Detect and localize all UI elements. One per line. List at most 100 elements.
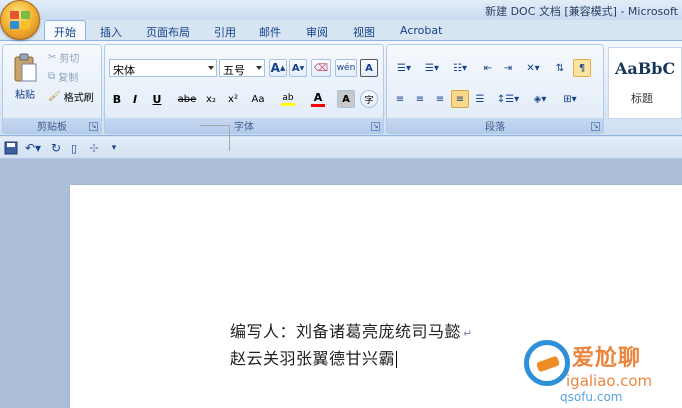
decrease-indent-button[interactable]: ⇤ <box>479 59 497 77</box>
style-sample-text: AaBbC <box>615 59 676 78</box>
shape-icon: ✣ <box>89 141 99 155</box>
paste-label: 粘贴 <box>15 90 35 101</box>
tab-view[interactable]: 视图 <box>353 22 375 40</box>
paragraph-group: ☰▾ ☰▾ ☷▾ ⇤ ⇥ ✕▾ ⇅ ¶ ≡ ≡ ≡ ≡ ☰ ↕☰▾ ◈▾ ⊞▾ … <box>386 44 604 134</box>
format-painter-button[interactable]: 🖌 格式刷 <box>47 88 95 104</box>
line-spacing-icon: ↕☰▾ <box>496 93 520 105</box>
indent-icon: ⇥ <box>503 62 513 74</box>
quick-access-toolbar: ↶▾ ↻ ▯ ✣ ▾ <box>0 137 682 159</box>
copy-button[interactable]: ⧉ 复制 <box>47 68 79 84</box>
multilevel-list-button[interactable]: ☷▾ <box>447 59 473 77</box>
sort-button[interactable]: ⇅ <box>551 59 569 77</box>
tab-insert[interactable]: 插入 <box>100 22 122 40</box>
align-center-button[interactable]: ≡ <box>411 90 429 108</box>
style-name-label: 标题 <box>631 92 653 105</box>
show-marks-button[interactable]: ¶ <box>573 59 591 77</box>
document-line-2[interactable]: 赵云关羽张翼德甘兴霸 <box>230 345 398 369</box>
chevron-down-icon: ▾ <box>111 143 117 153</box>
watermark-brand: 爱尬聊 <box>572 346 642 371</box>
font-size-select[interactable]: 五号 <box>219 59 265 77</box>
redo-button[interactable]: ↻ <box>48 140 64 156</box>
justify-button[interactable]: ≡ <box>451 90 469 108</box>
multilevel-list-icon: ☷▾ <box>453 62 467 74</box>
font-group: 宋体 五号 A ▲ A ▼ ⌫ wén A B I U abe x₂ x² Aa a… <box>104 44 384 134</box>
increase-indent-button[interactable]: ⇥ <box>499 59 517 77</box>
copy-icon: ⧉ <box>48 70 56 82</box>
justify-icon: ≡ <box>455 93 465 105</box>
strikethrough-button[interactable]: abe <box>175 90 199 108</box>
insert-shape-button[interactable]: ✣ <box>86 140 102 156</box>
save-icon[interactable] <box>4 141 18 155</box>
enclose-characters-button[interactable]: 字 <box>360 90 378 108</box>
text-cursor <box>396 351 398 368</box>
office-button[interactable] <box>0 0 40 40</box>
tab-references[interactable]: 引用 <box>214 22 236 40</box>
subscript-button[interactable]: x₂ <box>201 90 221 108</box>
highlight-color-swatch <box>281 102 295 106</box>
superscript-button[interactable]: x² <box>223 90 243 108</box>
character-shading-button[interactable]: A <box>337 90 355 108</box>
font-color-button[interactable]: A <box>305 90 331 108</box>
italic-button[interactable]: I <box>127 90 143 108</box>
phonetic-guide-button[interactable]: wén <box>335 59 357 77</box>
align-right-button[interactable]: ≡ <box>431 90 449 108</box>
numbering-button[interactable]: ☰▾ <box>419 59 445 77</box>
bullets-button[interactable]: ☰▾ <box>391 59 417 77</box>
shrink-font-button[interactable]: A ▼ <box>289 59 307 77</box>
tab-page-layout[interactable]: 页面布局 <box>146 22 190 40</box>
shading-button[interactable]: ◈▾ <box>527 90 553 108</box>
undo-icon: ↶▾ <box>24 141 42 155</box>
customize-toolbar-button[interactable]: ▾ <box>108 140 120 156</box>
underline-button[interactable]: U <box>145 90 169 108</box>
font-color-icon: A <box>313 91 323 104</box>
tab-home[interactable]: 开始 <box>44 20 86 41</box>
watermark-url-secondary: qsofu.com <box>560 390 623 404</box>
grow-font-button[interactable]: A ▲ <box>269 59 287 77</box>
sort-icon: ⇅ <box>555 62 565 74</box>
cut-button[interactable]: ✂ 剪切 <box>47 49 80 65</box>
align-center-icon: ≡ <box>415 93 425 105</box>
font-name-select[interactable]: 宋体 <box>109 59 217 77</box>
ribbon: 粘贴 ✂ 剪切 ⧉ 复制 🖌 格式刷 剪贴板 ↘ 宋体 五号 A ▲ A ▼ ⌫ w… <box>0 40 682 136</box>
style-heading-tile[interactable]: AaBbC 标题 <box>608 47 682 119</box>
pilcrow-icon: ¶ <box>578 62 586 74</box>
tab-mailings[interactable]: 邮件 <box>259 22 281 40</box>
chevron-down-icon <box>208 66 214 70</box>
document-line-1[interactable]: 编写人：刘备诸葛亮庞统司马懿 ↵ <box>230 318 473 342</box>
clipboard-dialog-launcher[interactable]: ↘ <box>89 122 98 131</box>
chinese-layout-button[interactable]: ✕▾ <box>521 59 545 77</box>
cut-label: 剪切 <box>59 53 80 65</box>
paragraph-mark-icon: ↵ <box>463 327 473 340</box>
font-dialog-launcher[interactable]: ↘ <box>371 122 380 131</box>
font-group-label: 字体 ↘ <box>105 118 383 133</box>
paragraph-dialog-launcher[interactable]: ↘ <box>591 122 600 131</box>
align-right-icon: ≡ <box>435 93 445 105</box>
distribute-button[interactable]: ☰ <box>471 90 489 108</box>
margin-corner-mark <box>200 125 230 126</box>
paragraph-group-label: 段落 ↘ <box>387 118 603 133</box>
chevron-down-icon <box>256 66 262 70</box>
align-left-button[interactable]: ≡ <box>391 90 409 108</box>
title-bar: 新建 DOC 文档 [兼容模式] - Microsoft <box>0 0 682 20</box>
text-highlight-button[interactable]: ab <box>275 90 301 108</box>
borders-button[interactable]: ⊞▾ <box>557 90 583 108</box>
site-watermark: 爱尬聊 igaliao.com qsofu.com <box>520 332 682 408</box>
paste-button[interactable]: 粘贴 <box>6 47 44 107</box>
undo-button[interactable]: ↶▾ <box>22 140 44 156</box>
font-color-swatch <box>311 104 325 107</box>
change-case-button[interactable]: Aa <box>245 90 271 108</box>
new-document-icon: ▯ <box>70 141 78 155</box>
clear-formatting-button[interactable]: ⌫ <box>311 59 331 77</box>
bold-button[interactable]: B <box>109 90 125 108</box>
ribbon-tabs: 开始 插入 页面布局 引用 邮件 审阅 视图 Acrobat <box>40 20 682 41</box>
line-spacing-button[interactable]: ↕☰▾ <box>495 90 521 108</box>
new-document-button[interactable]: ▯ <box>66 140 82 156</box>
clipboard-group-label: 剪贴板 ↘ <box>3 118 101 133</box>
copy-label: 复制 <box>58 72 79 84</box>
character-border-button[interactable]: A <box>360 59 378 77</box>
margin-corner-mark <box>229 126 230 151</box>
tab-review[interactable]: 审阅 <box>306 22 328 40</box>
tab-acrobat[interactable]: Acrobat <box>400 22 442 40</box>
numbered-list-icon: ☰▾ <box>425 62 439 74</box>
chinese-layout-icon: ✕▾ <box>526 62 540 74</box>
